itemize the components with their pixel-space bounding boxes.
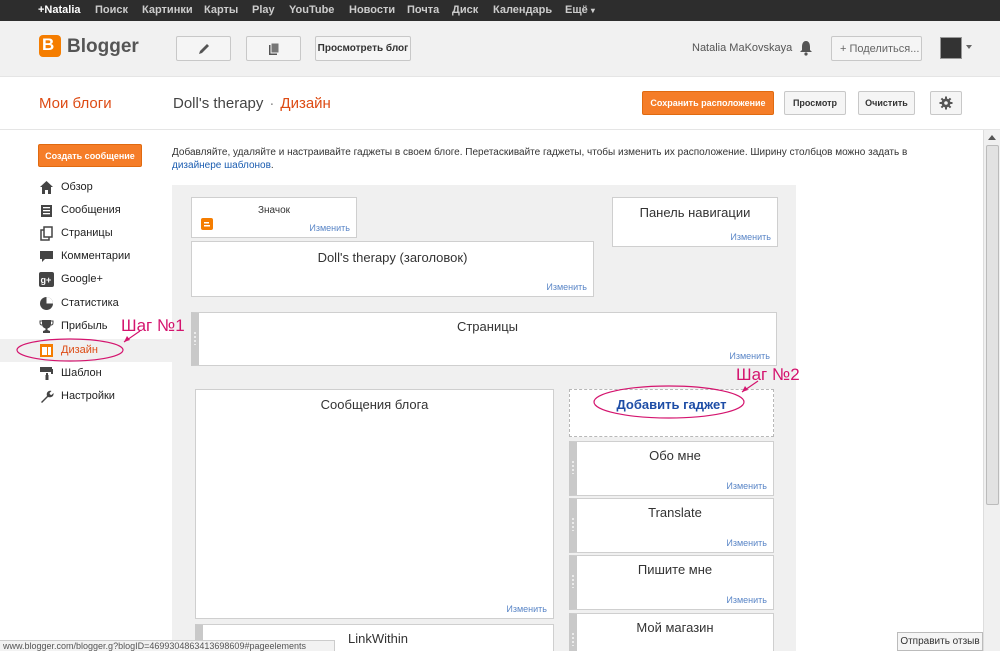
step2-circle bbox=[593, 385, 745, 419]
send-feedback-button[interactable]: Отправить отзыв bbox=[897, 632, 983, 651]
step1-annotation: Шаг №1 bbox=[121, 316, 185, 335]
page-scrollbar[interactable] bbox=[983, 130, 1000, 651]
step2-annotation: Шаг №2 bbox=[736, 365, 800, 384]
browser-status-bar: www.blogger.com/blogger.g?blogID=4699304… bbox=[0, 640, 335, 651]
scrollbar-thumb[interactable] bbox=[986, 145, 999, 505]
scroll-up-arrow-icon[interactable] bbox=[988, 135, 996, 140]
step1-circle bbox=[16, 338, 124, 362]
step1-arrowhead bbox=[124, 336, 130, 342]
step2-arrowhead bbox=[742, 386, 748, 392]
